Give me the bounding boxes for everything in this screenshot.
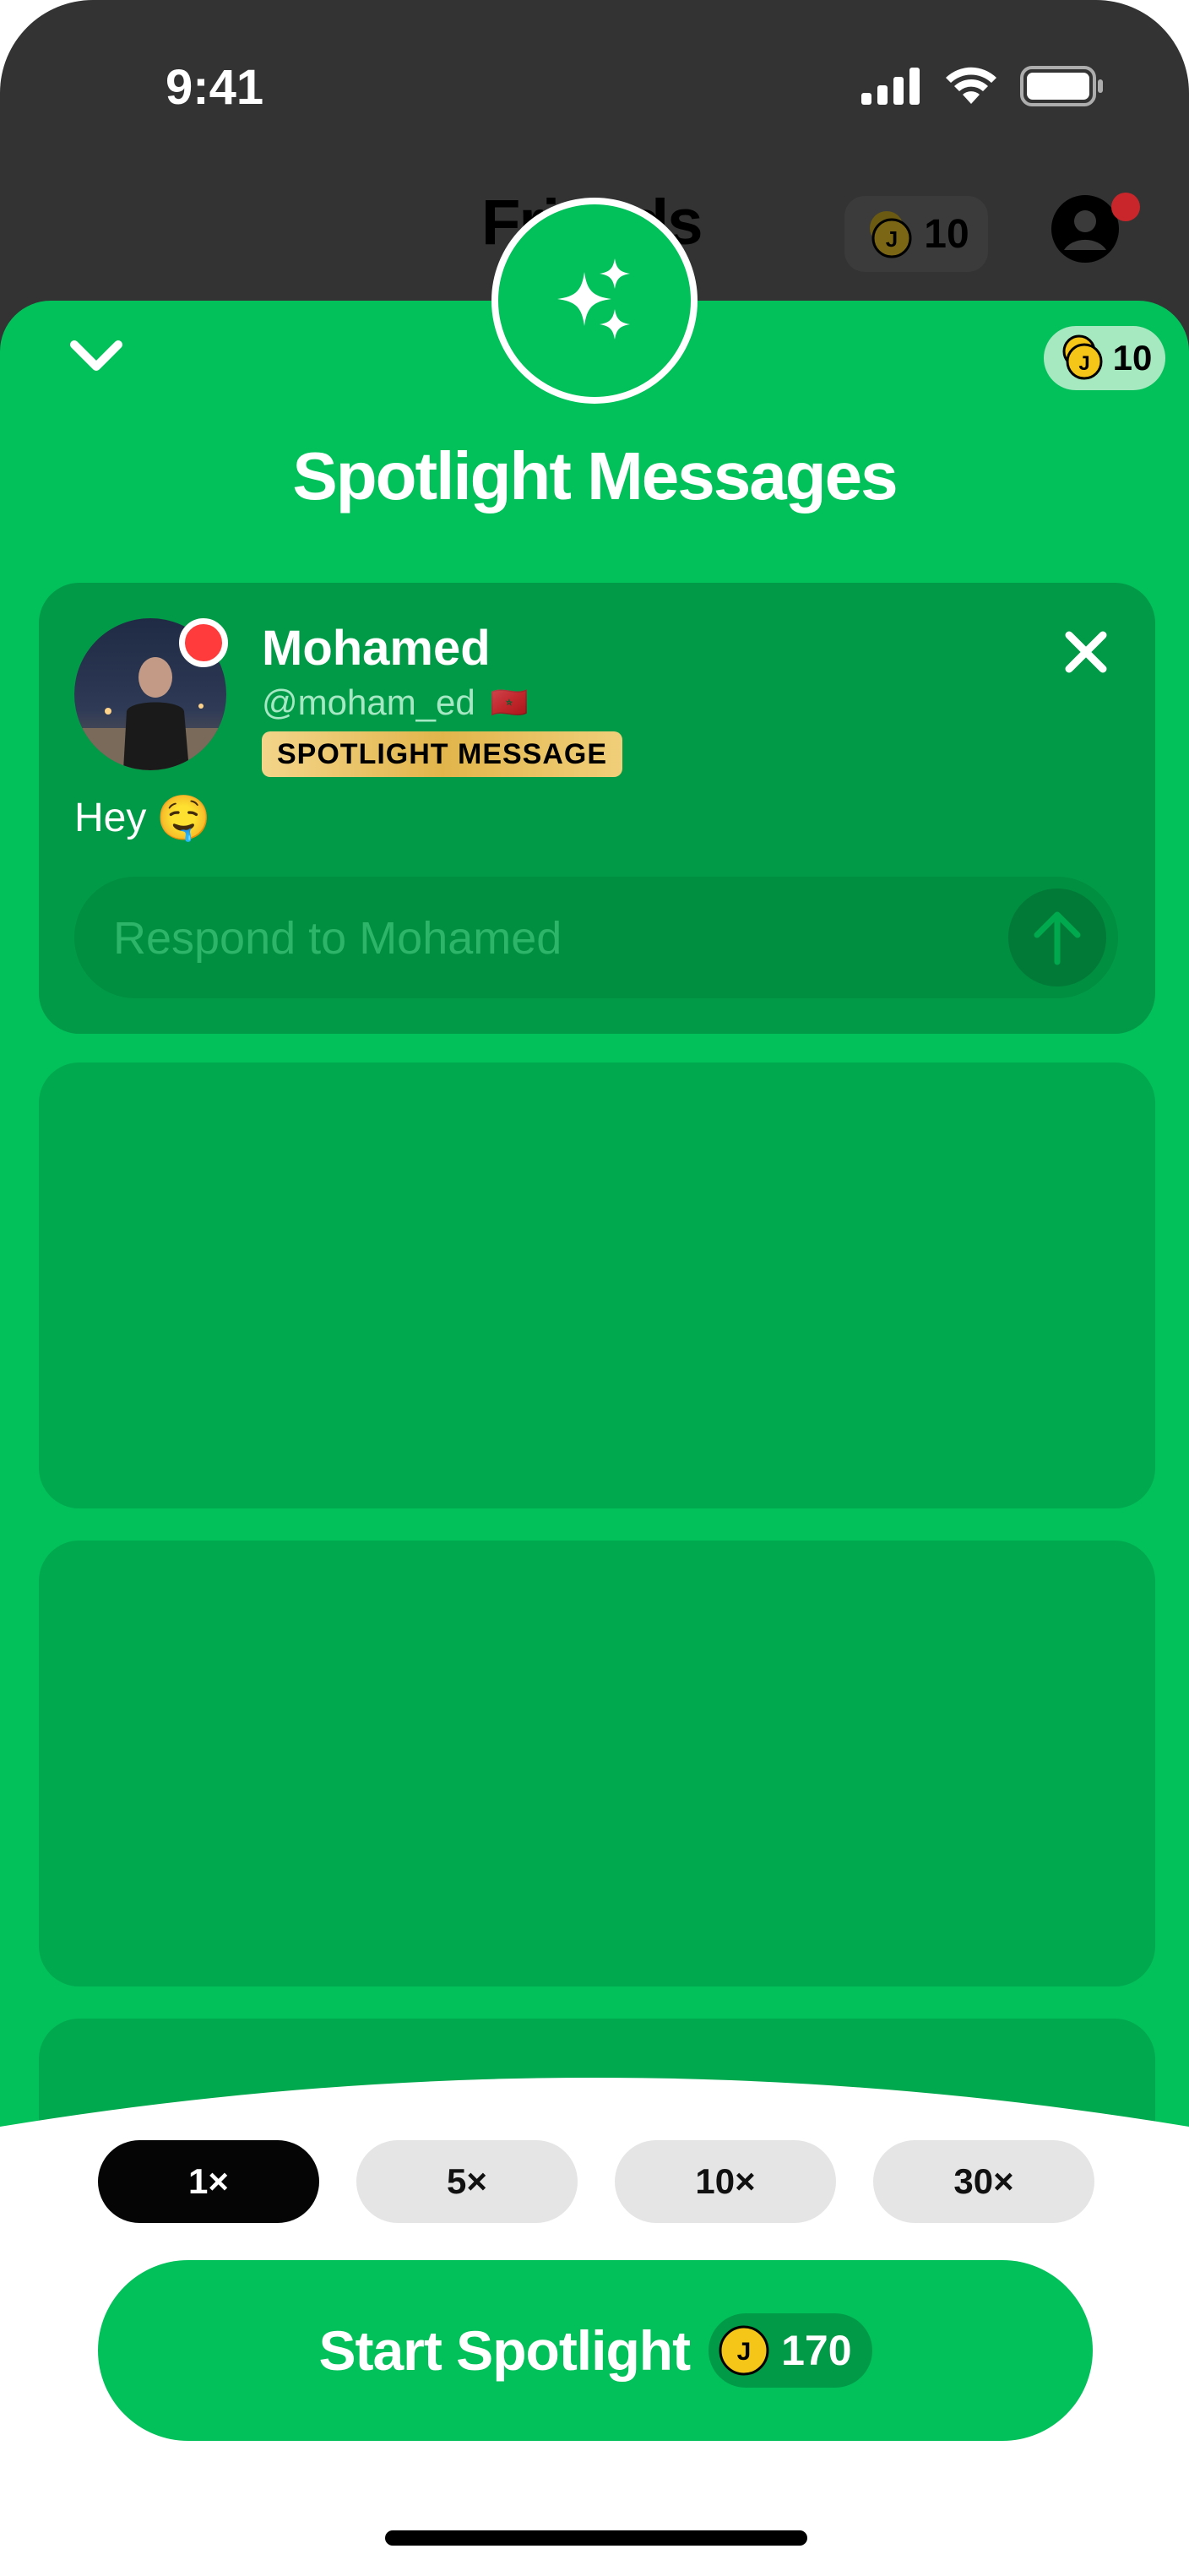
coin-balance-chip: J 10: [1044, 326, 1165, 390]
svg-text:J: J: [737, 2338, 752, 2366]
sender-handle-row: @moham_ed 🇲🇦: [262, 682, 529, 723]
coin-icon: J: [1062, 334, 1103, 380]
reply-input[interactable]: [111, 877, 959, 1000]
send-button[interactable]: [1008, 889, 1106, 986]
message-card-placeholder: [39, 1062, 1155, 1508]
country-flag: 🇲🇦: [490, 685, 529, 720]
close-icon[interactable]: [1064, 630, 1108, 674]
message-emoji: 🤤: [156, 794, 212, 843]
message-text-row: Hey 🤤: [74, 792, 211, 844]
svg-text:J: J: [1078, 352, 1089, 375]
multiplier-5x[interactable]: 5×: [356, 2140, 578, 2223]
multiplier-1x[interactable]: 1×: [98, 2140, 319, 2223]
status-icons: [861, 66, 1105, 106]
signal-icon: [861, 68, 920, 105]
start-spotlight-button[interactable]: Start Spotlight J 170: [98, 2260, 1093, 2441]
sparkle-icon: [557, 258, 630, 340]
reply-bar: [74, 877, 1118, 1000]
svg-text:J: J: [886, 226, 898, 252]
battery-icon: [1020, 66, 1103, 106]
start-spotlight-label: Start Spotlight: [318, 2319, 691, 2382]
multiplier-selector: 1× 5× 10× 30×: [98, 2140, 1094, 2223]
status-time: 9:41: [166, 60, 264, 115]
online-dot: [179, 618, 228, 667]
home-indicator[interactable]: [385, 2530, 807, 2546]
spotlight-message-tag: SPOTLIGHT MESSAGE: [262, 731, 623, 777]
multiplier-10x[interactable]: 10×: [615, 2140, 836, 2223]
multiplier-30x[interactable]: 30×: [873, 2140, 1094, 2223]
notification-dot: [1111, 193, 1140, 221]
spotlight-message-card: Mohamed @moham_ed 🇲🇦 SPOTLIGHT MESSAGE H…: [39, 583, 1155, 1034]
sheet-title: Spotlight Messages: [292, 438, 898, 514]
spotlight-badge: [491, 198, 698, 404]
chevron-down-icon[interactable]: [68, 338, 125, 375]
phone-screen: 9:41 Friends J 10: [0, 0, 1189, 2576]
sender-name: Mohamed: [262, 621, 491, 676]
start-spotlight-price-value: 170: [781, 2327, 852, 2374]
background-coin-balance: J 10: [844, 196, 988, 272]
avatar-icon: [1051, 195, 1119, 263]
sender-handle: @moham_ed: [262, 682, 475, 722]
coin-balance-count: 10: [1112, 338, 1153, 378]
wifi-icon: [946, 67, 996, 104]
message-text: Hey: [74, 796, 147, 840]
start-spotlight-price: J 170: [709, 2313, 872, 2388]
send-arrow-icon: [1034, 911, 1081, 965]
coin-icon: J: [719, 2325, 769, 2376]
background-coin-count: 10: [924, 211, 969, 257]
message-card-placeholder: [39, 1541, 1155, 1986]
coin-icon: J: [870, 211, 912, 258]
